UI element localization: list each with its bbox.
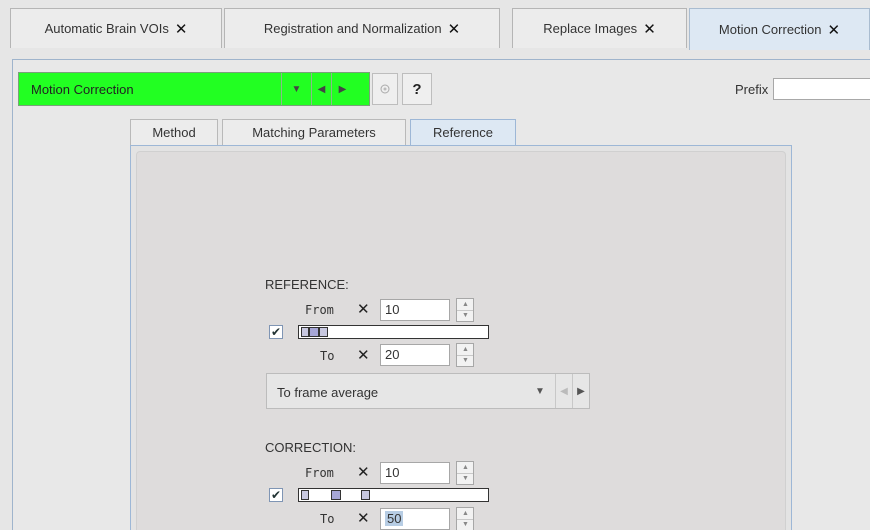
close-icon[interactable]: ✕ (175, 20, 188, 38)
method-selector-value: Motion Correction (31, 82, 134, 97)
correction-from-input[interactable]: 10 (380, 462, 450, 484)
correction-enable-checkbox[interactable]: ✔ (269, 488, 283, 502)
correction-heading: CORRECTION: (265, 440, 356, 455)
slider-handle-to[interactable] (361, 490, 370, 500)
correction-to-spinner[interactable]: ▲ ▼ (456, 507, 474, 530)
previous-arrow-icon[interactable]: ◀ (555, 374, 572, 408)
correction-to-input[interactable]: 50 (380, 508, 450, 530)
correction-from-spinner[interactable]: ▲ ▼ (456, 461, 474, 485)
slider-handle-from[interactable] (301, 490, 309, 500)
tab-registration-and-normalization[interactable]: Registration and Normalization ✕ (224, 8, 500, 48)
close-icon[interactable]: ✕ (643, 20, 656, 38)
reference-from-reset-icon[interactable]: ✕ (357, 300, 370, 318)
reference-to-reset-icon[interactable]: ✕ (357, 346, 370, 364)
correction-to-value: 50 (385, 511, 404, 526)
prefix-label: Prefix (735, 82, 769, 97)
tab-label: Registration and Normalization (263, 21, 442, 36)
reference-from-label: From (305, 303, 334, 317)
slider-handle-from[interactable] (301, 327, 309, 337)
method-selector[interactable]: Motion Correction ▼ ◀ ▶ (18, 72, 370, 106)
slider-range-bar[interactable] (309, 327, 319, 337)
close-icon[interactable]: ✕ (448, 20, 461, 38)
close-icon[interactable]: ✕ (828, 21, 841, 39)
reference-heading: REFERENCE: (265, 277, 349, 292)
tab-label: Motion Correction (718, 22, 822, 37)
reference-from-input[interactable]: 10 (380, 299, 450, 321)
next-arrow-icon[interactable]: ▶ (331, 73, 353, 105)
slider-range-bar[interactable] (331, 490, 341, 500)
reference-to-label: To (320, 349, 335, 363)
tab-label: Automatic Brain VOIs (44, 21, 169, 36)
previous-arrow-icon[interactable]: ◀ (311, 73, 331, 105)
correction-to-reset-icon[interactable]: ✕ (357, 509, 370, 527)
subtab-matching-parameters[interactable]: Matching Parameters (222, 119, 406, 145)
tab-motion-correction[interactable]: Motion Correction ✕ (689, 8, 870, 50)
reference-enable-checkbox[interactable]: ✔ (269, 325, 283, 339)
reference-mode-select[interactable]: To frame average ▼ ◀ ▶ (266, 373, 590, 409)
next-arrow-icon[interactable]: ▶ (572, 374, 589, 408)
radio-button-icon[interactable] (372, 73, 398, 105)
dropdown-arrow-icon[interactable]: ▼ (281, 73, 311, 105)
slider-handle-to[interactable] (319, 327, 328, 337)
reference-mode-value: To frame average (277, 385, 379, 400)
correction-range-slider[interactable] (298, 488, 489, 502)
dropdown-arrow-icon[interactable]: ▼ (525, 374, 555, 408)
reference-to-spinner[interactable]: ▲ ▼ (456, 343, 474, 367)
correction-to-label: To (320, 512, 335, 526)
reference-to-input[interactable]: 20 (380, 344, 450, 366)
reference-range-slider[interactable] (298, 325, 489, 339)
subtab-method[interactable]: Method (130, 119, 218, 145)
correction-from-label: From (305, 466, 334, 480)
subtab-reference[interactable]: Reference (410, 119, 516, 145)
correction-from-reset-icon[interactable]: ✕ (357, 463, 370, 481)
tab-label: Replace Images (543, 21, 638, 36)
reference-from-spinner[interactable]: ▲ ▼ (456, 298, 474, 322)
prefix-input[interactable] (773, 78, 870, 100)
tab-automatic-brain-vois[interactable]: Automatic Brain VOIs ✕ (10, 8, 222, 48)
tab-replace-images[interactable]: Replace Images ✕ (512, 8, 687, 48)
help-button[interactable]: ? (402, 73, 432, 105)
